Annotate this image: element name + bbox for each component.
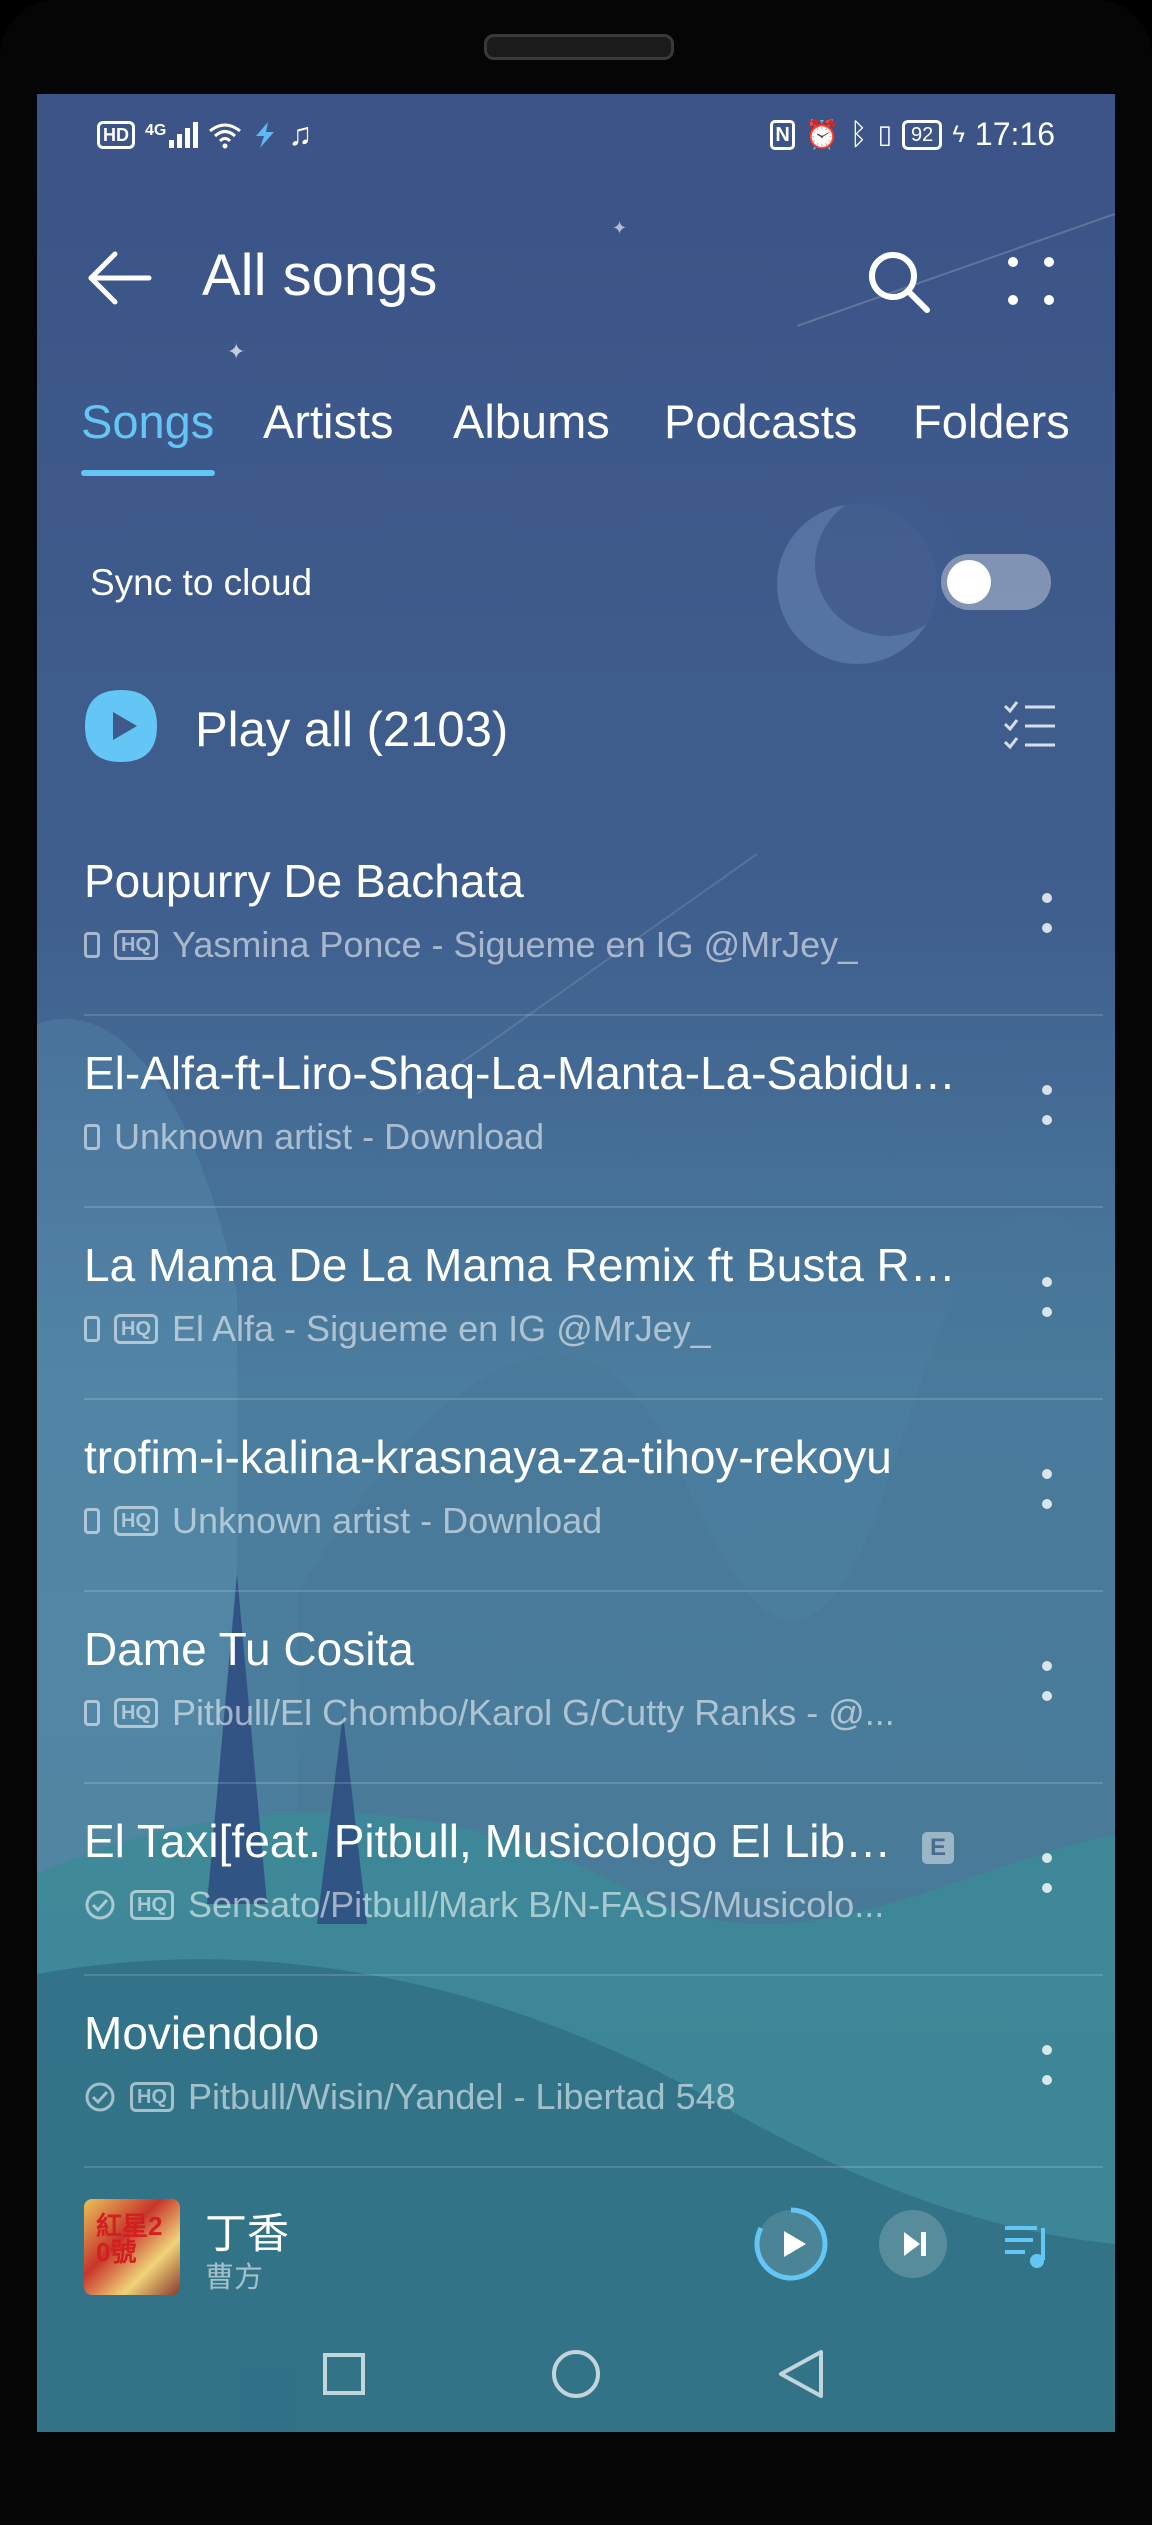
phone-icon: [84, 1508, 100, 1534]
status-left: HD 4G ♫: [97, 116, 312, 153]
toggle-knob: [947, 560, 991, 604]
explicit-badge: E: [922, 1832, 954, 1864]
sync-to-cloud-toggle[interactable]: [941, 554, 1051, 610]
play-all-icon[interactable]: [83, 688, 159, 764]
song-subtitle-row: HQ El Alfa - Sigueme en IG @MrJey_: [84, 1308, 711, 1350]
multi-select-icon[interactable]: [1001, 698, 1057, 754]
top-app-bar: All songs: [37, 214, 1115, 334]
row-divider: [84, 2166, 1103, 2168]
status-right: N ⏰ ᛒ ▯ 92 ϟ 17:16: [770, 116, 1055, 153]
nfc-icon: N: [770, 119, 795, 150]
status-time: 17:16: [974, 116, 1055, 152]
now-playing-artist: 曹方: [205, 2262, 264, 2294]
song-title: trofim-i-kalina-krasnaya-za-tihoy-rekoyu: [84, 1431, 892, 1483]
song-title: El-Alfa-ft-Liro-Shaq-La-Manta-La-Sabidur…: [84, 1047, 964, 1099]
sync-to-cloud-label: Sync to cloud: [90, 562, 313, 603]
now-playing-bar[interactable]: [37, 2184, 1115, 2314]
phone-icon: [84, 1124, 100, 1150]
svg-text:✦: ✦: [227, 339, 245, 364]
recent-apps-icon[interactable]: [322, 2352, 366, 2396]
song-subtitle: Sensato/Pitbull/Mark B/N-FASIS/Musicolo.…: [188, 1884, 885, 1925]
more-options-icon[interactable]: [1003, 248, 1059, 314]
4g-signal-icon: 4G: [145, 121, 199, 148]
hq-badge: HQ: [114, 930, 158, 960]
song-more-icon[interactable]: [1027, 884, 1067, 964]
song-row[interactable]: trofim-i-kalina-krasnaya-za-tihoy-rekoyu…: [37, 1400, 1115, 1592]
phone-frame: ✦ ✦ HD 4G ♫ N ⏰ ᛒ ▯ 92 ϟ 17:16 All songs…: [0, 0, 1152, 2525]
song-subtitle-row: HQ Unknown artist - Download: [84, 1500, 602, 1542]
song-subtitle-row: HQ Pitbull/El Chombo/Karol G/Cutty Ranks…: [84, 1692, 895, 1734]
home-icon[interactable]: [550, 2348, 602, 2400]
song-more-icon[interactable]: [1027, 1652, 1067, 1732]
song-more-icon[interactable]: [1027, 2036, 1067, 2116]
song-title: Moviendolo: [84, 2007, 320, 2059]
song-row[interactable]: Moviendolo HQ Pitbull/Wisin/Yandel - Lib…: [37, 1976, 1115, 2168]
wifi-icon: [209, 123, 242, 148]
active-tab-indicator: [81, 470, 215, 476]
cloud-check-icon: [85, 1890, 115, 1920]
song-subtitle: Pitbull/El Chombo/Karol G/Cutty Ranks - …: [172, 1692, 895, 1733]
song-row[interactable]: La Mama De La Mama Remix ft Busta Rhy...…: [37, 1208, 1115, 1400]
song-more-icon[interactable]: [1027, 1076, 1067, 1156]
app-notification-icon: [256, 121, 275, 148]
hq-badge: HQ: [114, 1698, 158, 1728]
song-title: Poupurry De Bachata: [84, 855, 524, 907]
bluetooth-icon: ᛒ: [849, 117, 868, 151]
song-subtitle-row: Unknown artist - Download: [84, 1116, 544, 1158]
song-more-icon[interactable]: [1027, 1460, 1067, 1540]
song-more-icon[interactable]: [1027, 1844, 1067, 1924]
song-subtitle-row: HQ Pitbull/Wisin/Yandel - Libertad 548: [84, 2076, 736, 2118]
song-subtitle: Yasmina Ponce - Sigueme en IG @MrJey_: [172, 924, 859, 965]
search-icon[interactable]: [865, 248, 931, 314]
song-row[interactable]: El Taxi[feat. Pitbull, Musicologo El Lib…: [37, 1784, 1115, 1976]
tab-folders[interactable]: Folders: [913, 394, 1070, 449]
phone-icon: [84, 932, 100, 958]
now-playing-title: 丁香: [205, 2210, 290, 2257]
song-title: La Mama De La Mama Remix ft Busta Rhy...: [84, 1239, 964, 1291]
song-subtitle: Unknown artist - Download: [114, 1116, 545, 1157]
album-cover[interactable]: 紅星20號: [84, 2199, 180, 2295]
song-row[interactable]: Dame Tu Cosita HQ Pitbull/El Chombo/Karo…: [37, 1592, 1115, 1784]
screen: ✦ ✦ HD 4G ♫ N ⏰ ᛒ ▯ 92 ϟ 17:16 All songs…: [37, 94, 1115, 2432]
earpiece-speaker: [484, 34, 674, 60]
phone-icon: [84, 1700, 100, 1726]
song-title: Dame Tu Cosita: [84, 1623, 414, 1675]
tab-artists[interactable]: Artists: [263, 394, 394, 449]
hd-icon: HD: [97, 120, 135, 149]
play-pause-icon[interactable]: [753, 2206, 829, 2282]
song-subtitle-row: HQ Sensato/Pitbull/Mark B/N-FASIS/Musico…: [84, 1884, 884, 1926]
hq-badge: HQ: [114, 1314, 158, 1344]
hq-badge: HQ: [130, 2082, 174, 2112]
song-subtitle: El Alfa - Sigueme en IG @MrJey_: [172, 1308, 711, 1349]
alarm-icon: ⏰: [804, 119, 840, 150]
music-note-icon: ♫: [288, 116, 313, 152]
play-all-button[interactable]: Play all (2103): [195, 702, 508, 758]
song-title: El Taxi[feat. Pitbull, Musicologo El Lib…: [84, 1815, 904, 1867]
song-row[interactable]: El-Alfa-ft-Liro-Shaq-La-Manta-La-Sabidur…: [37, 1016, 1115, 1208]
battery-indicator: 92: [901, 119, 943, 150]
back-arrow-icon[interactable]: [85, 248, 155, 308]
playlist-queue-icon[interactable]: [1003, 2220, 1053, 2270]
status-bar: HD 4G ♫ N ⏰ ᛒ ▯ 92 ϟ 17:16: [37, 94, 1115, 174]
song-subtitle-row: HQ Yasmina Ponce - Sigueme en IG @MrJey_: [84, 924, 858, 966]
song-subtitle: Unknown artist - Download: [172, 1500, 603, 1541]
bottom-bezel: [0, 2432, 1152, 2525]
page-title: All songs: [202, 243, 438, 308]
song-more-icon[interactable]: [1027, 1268, 1067, 1348]
hq-badge: HQ: [130, 1890, 174, 1920]
phone-icon: [84, 1316, 100, 1342]
skip-next-icon[interactable]: [875, 2206, 951, 2282]
tab-podcasts[interactable]: Podcasts: [664, 394, 857, 449]
song-row[interactable]: Poupurry De Bachata HQ Yasmina Ponce - S…: [37, 824, 1115, 1016]
tab-songs[interactable]: Songs: [81, 394, 214, 449]
vibrate-icon: ▯: [877, 119, 892, 149]
hq-badge: HQ: [114, 1506, 158, 1536]
cloud-check-icon: [85, 2082, 115, 2112]
nav-back-icon[interactable]: [777, 2348, 825, 2400]
tab-albums[interactable]: Albums: [453, 394, 610, 449]
album-cover-text: 紅星20號: [96, 2211, 163, 2267]
charging-icon: ϟ: [952, 120, 965, 148]
song-subtitle: Pitbull/Wisin/Yandel - Libertad 548: [188, 2076, 736, 2117]
